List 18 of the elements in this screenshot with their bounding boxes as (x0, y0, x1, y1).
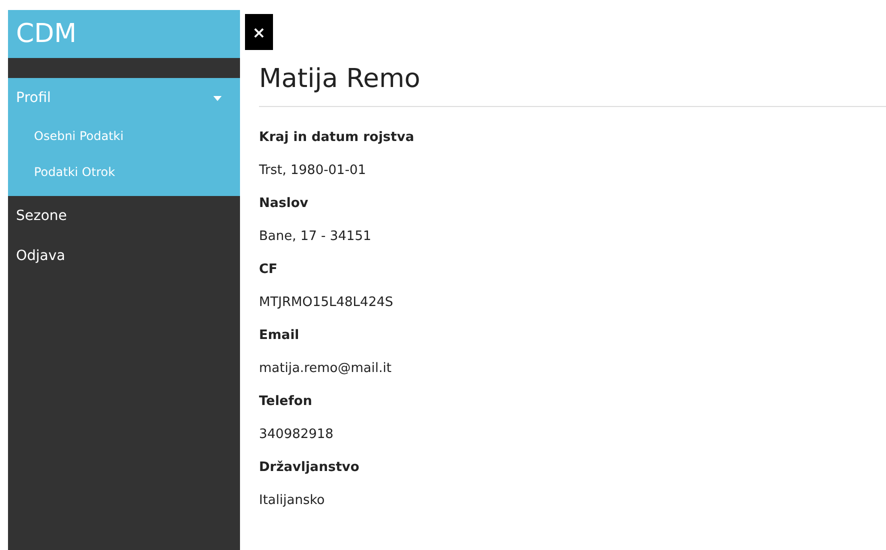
field-label: Kraj in datum rojstva (259, 129, 416, 147)
close-button[interactable]: × (245, 14, 273, 50)
field-value: Trst, 1980-01-01 (259, 162, 368, 180)
field-value: MTJRMO15L48L424S (259, 294, 394, 312)
profile-name: Matija Remo (259, 64, 422, 94)
field-value: 340982918 (259, 426, 334, 444)
field-value: Italijansko (259, 492, 326, 510)
field-label: Email (259, 327, 300, 345)
menu-item[interactable]: Sezone (8, 196, 240, 236)
brand-title: CDM (8, 10, 240, 58)
field-label: Naslov (259, 195, 310, 213)
field-value: Bane, 17 - 34151 (259, 228, 372, 246)
field-label: Telefon (259, 393, 314, 411)
field-label: CF (259, 261, 278, 279)
caret-icon (213, 96, 222, 100)
field-value: matija.remo@mail.it (259, 360, 392, 378)
menu-item[interactable]: Odjava (8, 236, 240, 276)
field-label: Državljanstvo (259, 459, 360, 477)
